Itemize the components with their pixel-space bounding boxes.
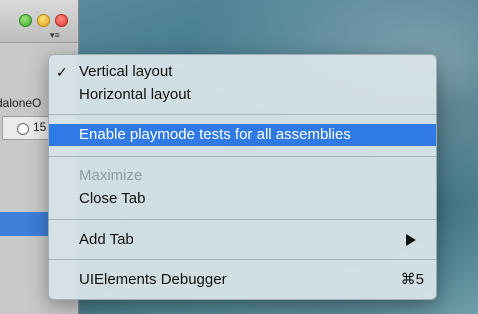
radio-button-icon[interactable] (17, 123, 29, 135)
menu-item-label: Enable playmode tests for all assemblies (79, 126, 351, 143)
minimize-window-button[interactable] (37, 14, 50, 27)
menu-separator (49, 156, 436, 157)
menu-item-maximize: Maximize (49, 165, 436, 187)
context-menu: ✓ Vertical layout Horizontal layout Enab… (48, 54, 437, 300)
menu-separator (49, 259, 436, 260)
menu-item-label: Vertical layout (79, 63, 173, 80)
menu-item-enable-playmode-tests[interactable]: Enable playmode tests for all assemblies (49, 124, 436, 146)
menu-separator (49, 219, 436, 220)
maximize-window-button[interactable] (19, 14, 32, 27)
menu-item-label: UIElements Debugger (79, 271, 227, 288)
close-window-button[interactable] (55, 14, 68, 27)
menu-item-horizontal-layout[interactable]: Horizontal layout (49, 84, 436, 106)
menu-item-label: Horizontal layout (79, 86, 191, 103)
window-menu-icon[interactable]: ▾≡ (50, 30, 60, 40)
menu-item-vertical-layout[interactable]: ✓ Vertical layout (49, 61, 436, 83)
menu-item-add-tab[interactable]: Add Tab (49, 229, 436, 251)
menu-item-close-tab[interactable]: Close Tab (49, 188, 436, 210)
menu-item-label: Maximize (79, 167, 143, 184)
checkmark-icon: ✓ (56, 64, 68, 80)
submenu-arrow-icon (406, 234, 416, 246)
menu-separator (49, 114, 436, 115)
window-title-bar: ▾≡ (0, 0, 78, 43)
menu-item-label: Close Tab (79, 190, 146, 207)
keyboard-shortcut: ⌘5 (400, 271, 424, 288)
radio-option-label: 15 (33, 120, 47, 134)
selected-list-row[interactable] (0, 212, 50, 236)
menu-item-label: Add Tab (79, 231, 134, 248)
menu-item-uielements-debugger[interactable]: UIElements Debugger ⌘5 (49, 269, 436, 291)
